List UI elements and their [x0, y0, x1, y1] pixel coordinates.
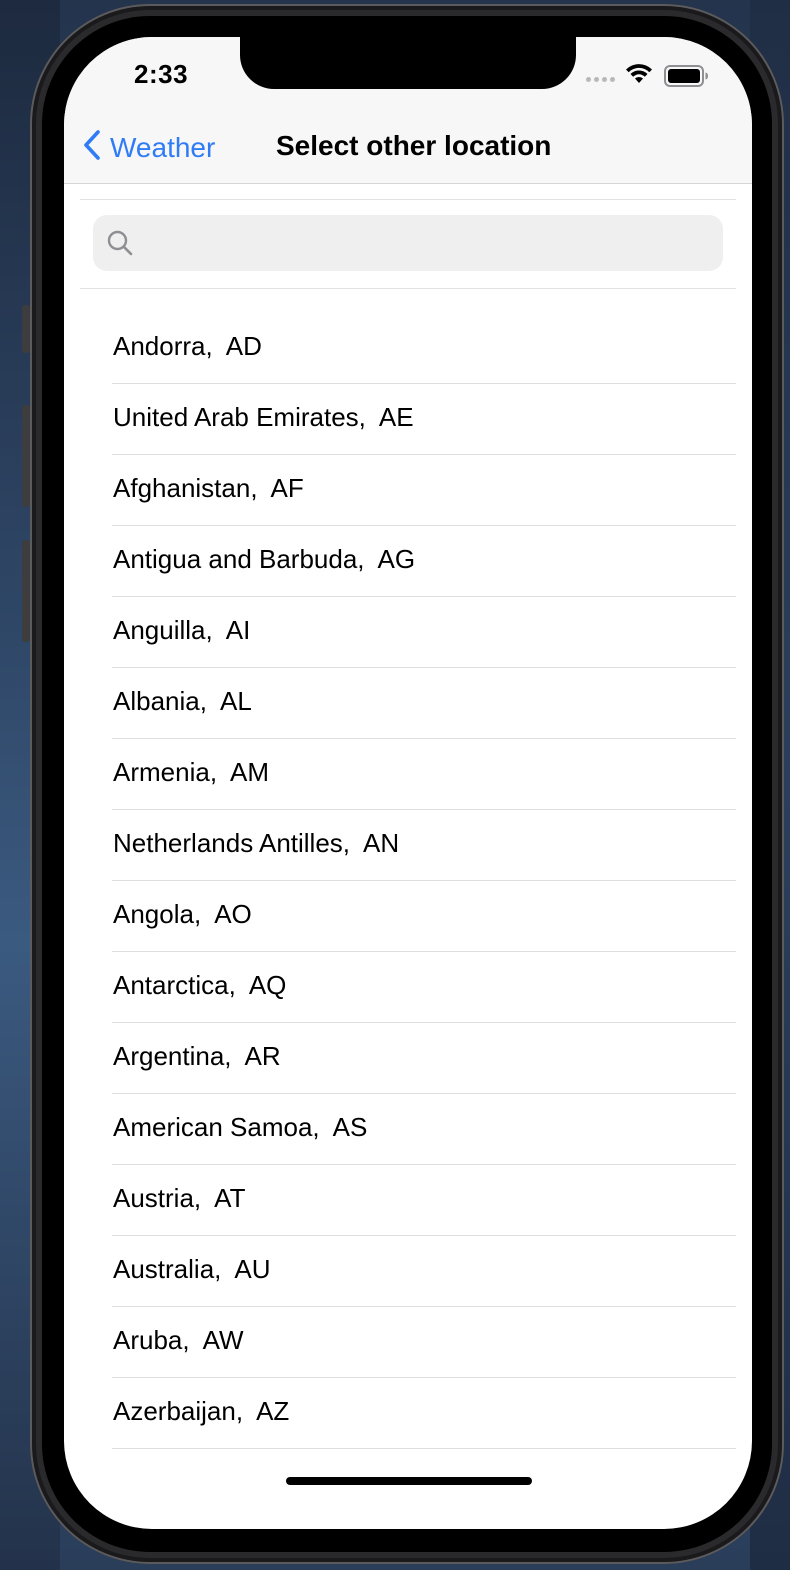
- location-list-item[interactable]: Afghanistan, AF: [64, 455, 752, 526]
- location-list-item[interactable]: Albania, AL: [64, 668, 752, 739]
- location-label: Andorra, AD: [113, 331, 262, 361]
- location-list-item[interactable]: Anguilla, AI: [64, 597, 752, 668]
- volume-down-button: [22, 540, 30, 642]
- location-label: Armenia, AM: [113, 757, 270, 787]
- navigation-bar: 2:33 Weather Select other location: [64, 37, 752, 184]
- location-label: Antigua and Barbuda, AG: [113, 544, 416, 574]
- location-list-item[interactable]: Austria, AT: [64, 1165, 752, 1236]
- home-indicator[interactable]: [286, 1477, 532, 1485]
- screen: 2:33 Weather Select other location Andor…: [64, 37, 752, 1529]
- location-label: American Samoa, AS: [113, 1112, 368, 1142]
- location-list-item[interactable]: Netherlands Antilles, AN: [64, 810, 752, 881]
- location-list-item[interactable]: Antarctica, AQ: [64, 952, 752, 1023]
- location-label: Angola, AO: [113, 899, 252, 929]
- location-label: Netherlands Antilles, AN: [113, 828, 400, 858]
- location-list-item[interactable]: American Samoa, AS: [64, 1094, 752, 1165]
- search-bar: [80, 199, 736, 289]
- location-label: Austria, AT: [113, 1183, 246, 1213]
- location-label: Antarctica, AQ: [113, 970, 287, 1000]
- search-input[interactable]: [143, 226, 723, 260]
- volume-up-button: [22, 405, 30, 507]
- search-icon: [105, 228, 135, 258]
- location-label: Azerbaijan, AZ: [113, 1396, 290, 1426]
- location-list-item[interactable]: Angola, AO: [64, 881, 752, 952]
- location-label: Aruba, AW: [113, 1325, 244, 1355]
- location-list: Andorra, AD United Arab Emirates, AE Afgha…: [64, 313, 752, 1449]
- location-list-item[interactable]: Armenia, AM: [64, 739, 752, 810]
- location-list-item[interactable]: Andorra, AD: [64, 313, 752, 384]
- location-list-item[interactable]: Antigua and Barbuda, AG: [64, 526, 752, 597]
- location-label: Albania, AL: [113, 686, 252, 716]
- notch: [240, 37, 576, 89]
- location-label: United Arab Emirates, AE: [113, 402, 414, 432]
- chevron-left-icon: [82, 129, 102, 166]
- location-list-item[interactable]: United Arab Emirates, AE: [64, 384, 752, 455]
- back-button-label: Weather: [110, 131, 216, 163]
- location-label: Anguilla, AI: [113, 615, 251, 645]
- location-label: Australia, AU: [113, 1254, 271, 1284]
- battery-icon: [664, 65, 710, 92]
- cellular-dots-icon: [586, 77, 615, 82]
- location-list-item[interactable]: Australia, AU: [64, 1236, 752, 1307]
- search-field[interactable]: [93, 215, 723, 271]
- location-list-item[interactable]: Azerbaijan, AZ: [64, 1378, 752, 1449]
- wifi-icon: [624, 63, 654, 90]
- row-separator: [112, 1448, 736, 1449]
- mute-switch: [22, 305, 30, 353]
- location-label: Afghanistan, AF: [113, 473, 304, 503]
- back-button[interactable]: Weather: [82, 129, 215, 166]
- location-label: Argentina, AR: [113, 1041, 281, 1071]
- location-list-item[interactable]: Aruba, AW: [64, 1307, 752, 1378]
- location-list-item[interactable]: Argentina, AR: [64, 1023, 752, 1094]
- status-time: 2:33: [134, 59, 189, 89]
- page-title: Select other location: [276, 130, 552, 161]
